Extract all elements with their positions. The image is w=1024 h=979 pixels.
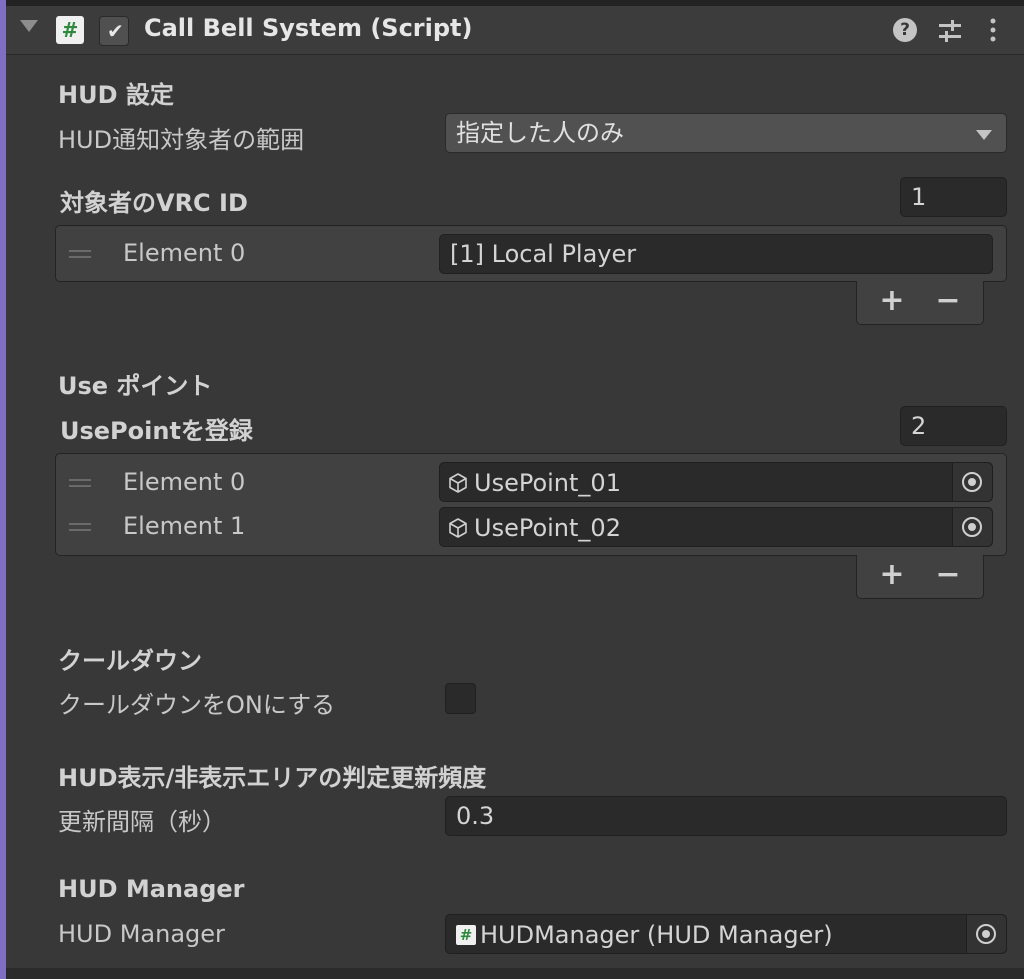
update-interval-label: 更新間隔（秒） [58, 808, 226, 836]
use-points-heading: Use ポイント [58, 372, 213, 400]
object-picker-icon [962, 472, 982, 492]
update-interval-field[interactable]: 0.3 [445, 796, 1007, 836]
object-picker-icon [962, 517, 982, 537]
drag-handle-icon[interactable] [69, 523, 91, 531]
hud-scope-label: HUD通知対象者の範囲 [58, 126, 305, 154]
object-picker-button[interactable] [952, 508, 992, 546]
use-point-count-field[interactable]: 2 [900, 406, 1007, 446]
preset-icon[interactable] [937, 18, 963, 44]
vrc-id-list-label[interactable]: 対象者のVRC ID [60, 183, 248, 218]
hud-area-heading: HUD表示/非表示エリアの判定更新頻度 [58, 764, 487, 792]
use-point-list-label[interactable]: UsePointを登録 [60, 411, 253, 446]
use-point-object-value: UsePoint_01 [474, 469, 621, 497]
vrc-id-list: Element 0 [1] Local Player [55, 225, 1007, 282]
script-icon: # [456, 925, 476, 945]
hud-manager-label: HUD Manager [58, 920, 225, 948]
checkmark-icon: ✔ [107, 19, 124, 43]
remove-element-button[interactable]: − [933, 560, 963, 590]
gameobject-cube-icon [449, 473, 467, 493]
add-element-button[interactable]: + [877, 560, 907, 590]
use-point-element-label: Element 0 [123, 468, 246, 496]
use-point-list: Element 0 UsePoint_01 Element 1 UsePoint… [55, 453, 1007, 556]
add-element-button[interactable]: + [877, 286, 907, 316]
object-picker-button[interactable] [966, 915, 1006, 953]
gameobject-cube-icon [449, 518, 467, 538]
hud-scope-dropdown[interactable]: 指定した人のみ [445, 113, 1007, 153]
bottom-border [6, 968, 1024, 979]
hud-scope-value: 指定した人のみ [456, 119, 624, 147]
script-icon: # [56, 16, 84, 44]
kebab-menu-icon[interactable] [986, 16, 1000, 44]
use-point-element-label: Element 1 [123, 512, 246, 540]
component-accent-bar [0, 0, 6, 979]
vrc-id-count-field[interactable]: 1 [900, 177, 1007, 217]
hud-settings-heading: HUD 設定 [58, 81, 174, 109]
drag-handle-icon[interactable] [69, 250, 91, 258]
foldout-arrow-icon[interactable] [20, 20, 38, 32]
drag-handle-icon[interactable] [69, 479, 91, 487]
object-picker-button[interactable] [952, 463, 992, 501]
remove-element-button[interactable]: − [933, 286, 963, 316]
cooldown-checkbox[interactable] [445, 683, 476, 714]
use-point-list-footer: + − [856, 555, 984, 599]
object-picker-icon [976, 924, 996, 944]
cooldown-toggle-label: クールダウンをONにする [58, 691, 336, 719]
component-enabled-checkbox[interactable]: ✔ [99, 16, 129, 46]
vrc-id-list-footer: + − [856, 281, 984, 325]
dropdown-arrow-icon [976, 130, 992, 140]
component-title: Call Bell System (Script) [144, 14, 473, 42]
use-point-object-field[interactable]: UsePoint_02 [439, 507, 993, 547]
hud-manager-object-value: HUDManager (HUD Manager) [480, 921, 833, 949]
use-point-object-value: UsePoint_02 [474, 514, 621, 542]
cooldown-heading: クールダウン [58, 647, 202, 675]
vrc-id-element-field[interactable]: [1] Local Player [439, 234, 993, 274]
vrc-id-element-label: Element 0 [123, 239, 246, 267]
hud-manager-object-field[interactable]: # HUDManager (HUD Manager) [445, 914, 1007, 954]
use-point-object-field[interactable]: UsePoint_01 [439, 462, 993, 502]
hud-manager-heading: HUD Manager [58, 875, 245, 903]
help-icon[interactable]: ? [893, 18, 917, 42]
